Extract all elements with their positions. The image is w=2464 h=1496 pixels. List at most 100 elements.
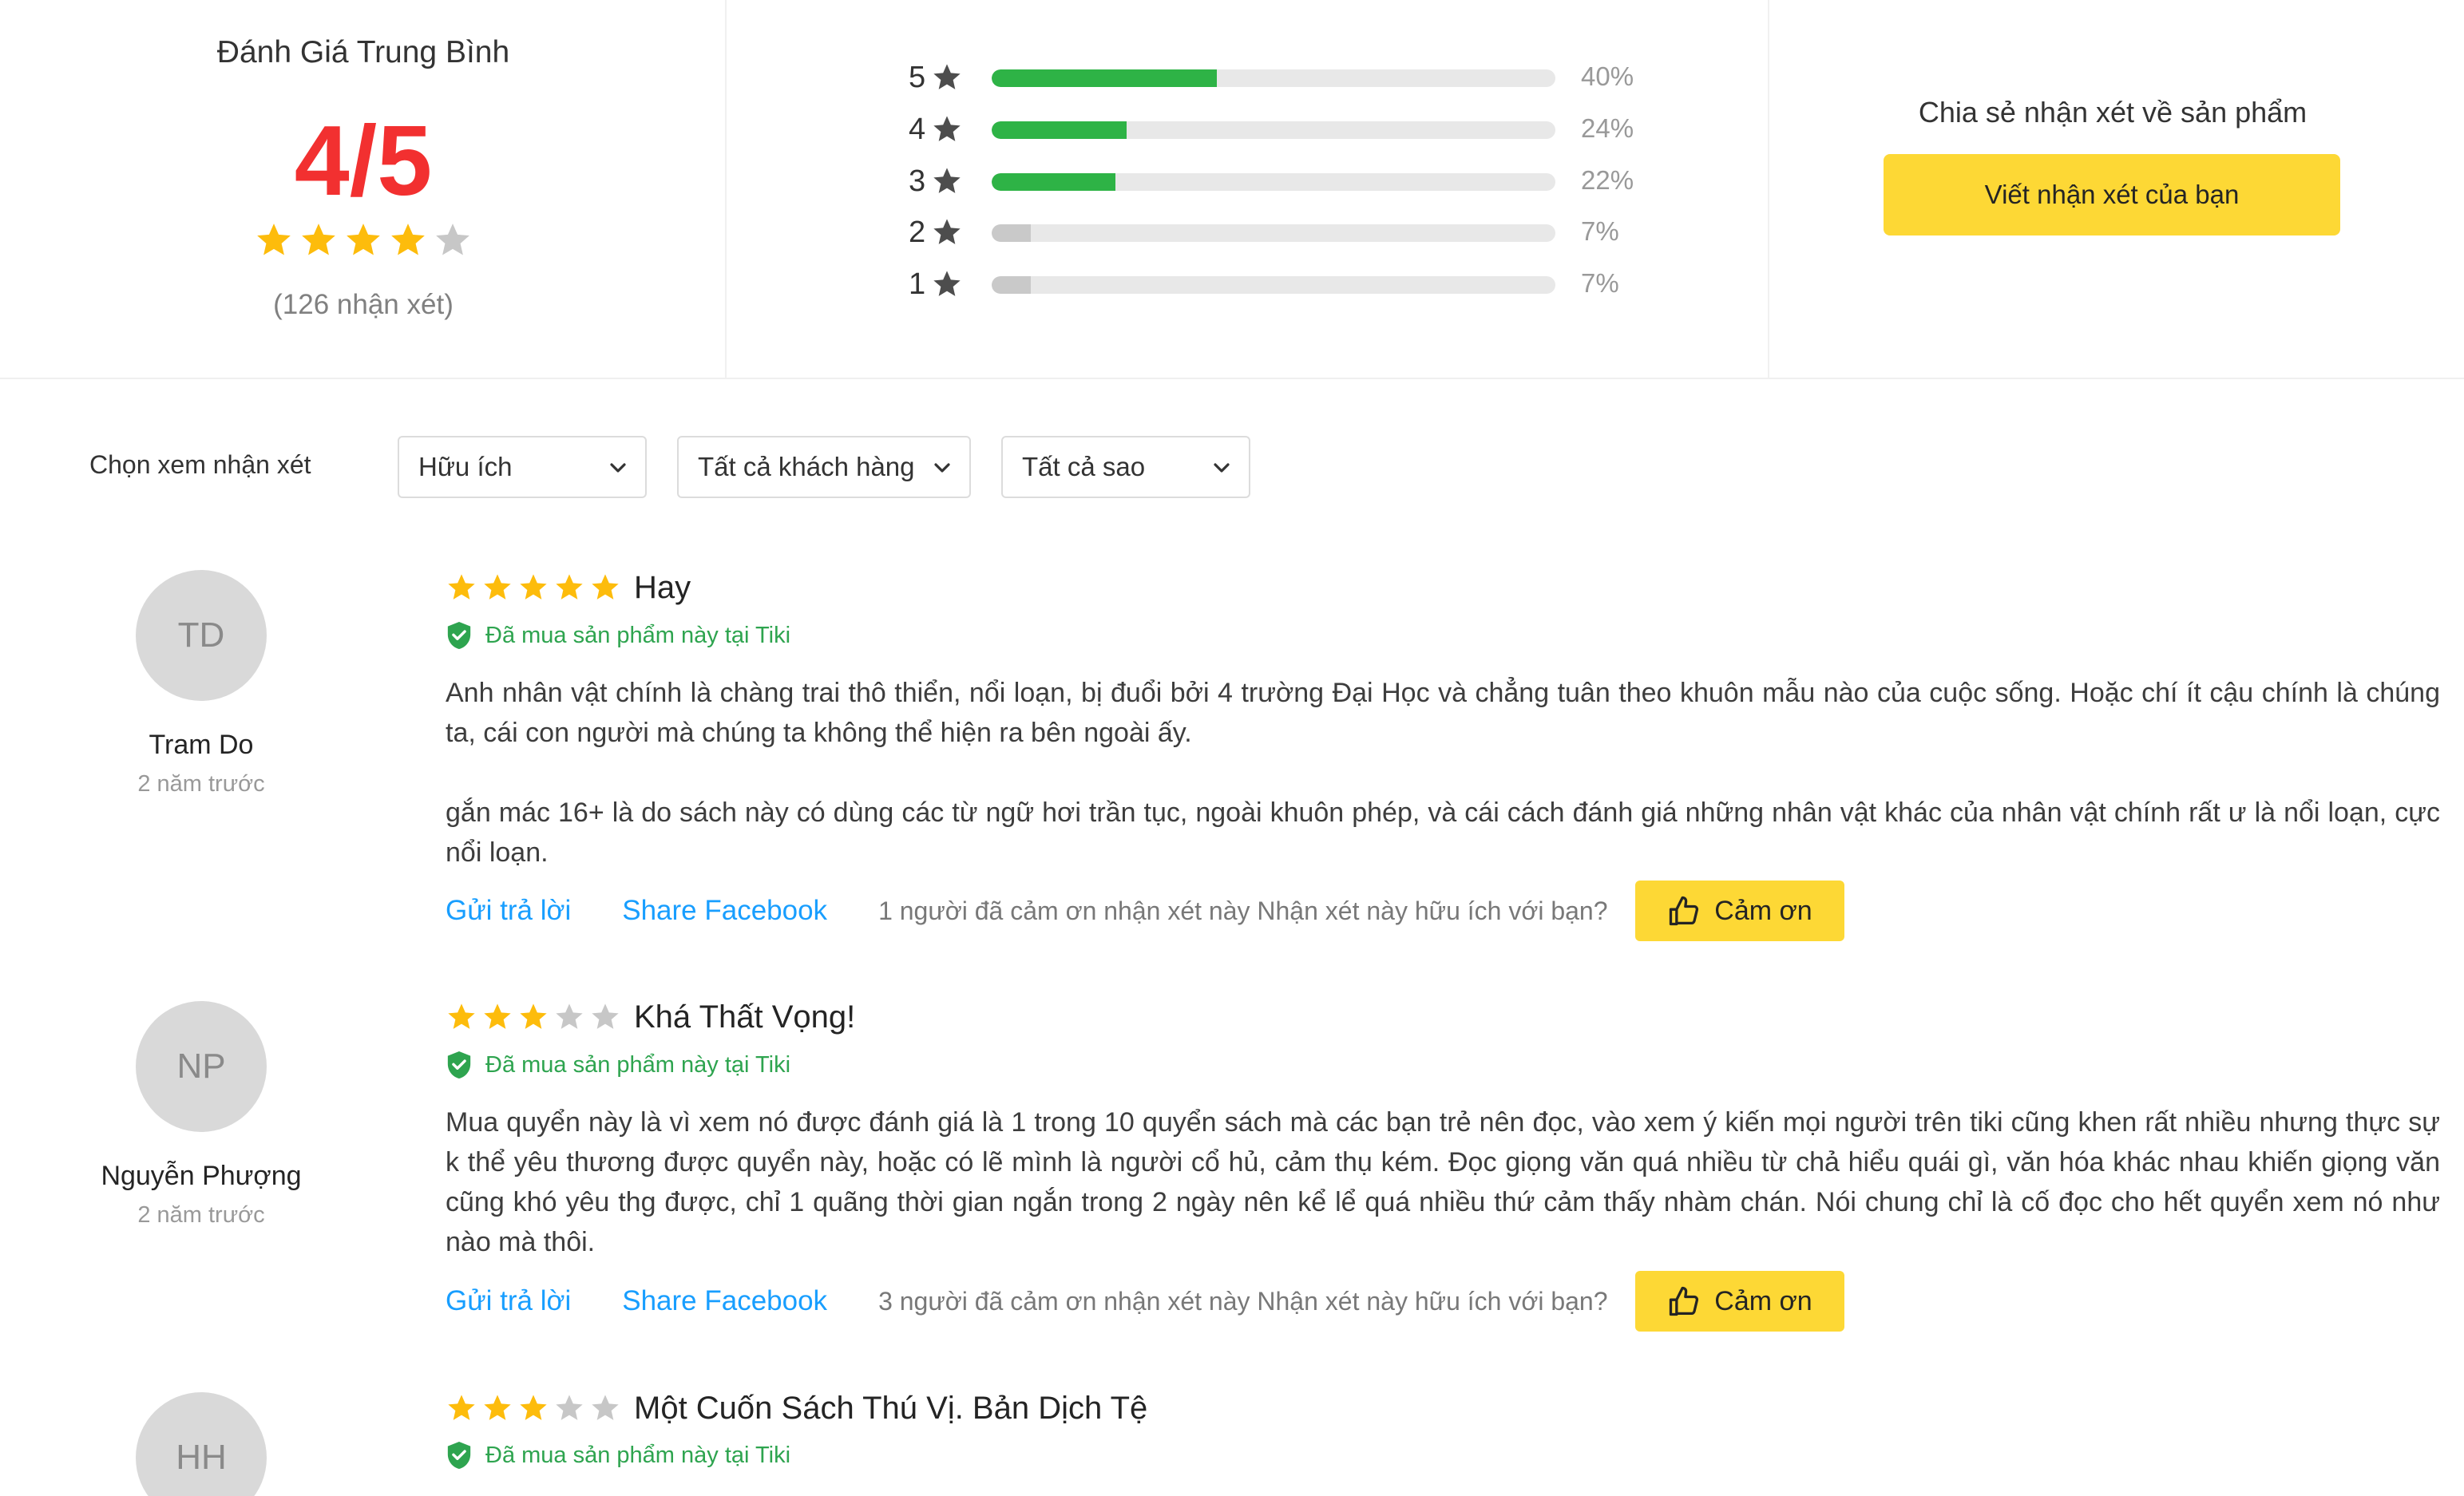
distribution-bar-fill	[992, 69, 1218, 87]
distribution-star-number: 5	[909, 60, 926, 94]
rating-distribution: 5 40% 4 24% 3 22% 2 7% 1 7%	[727, 0, 1769, 379]
star-filled-icon	[484, 1003, 511, 1029]
review-time: 2 năm trước	[137, 1202, 265, 1228]
customer-select[interactable]: Tất cả khách hàng	[677, 436, 971, 498]
write-review-panel: Chia sẻ nhận xét về sản phẩm Viết nhận x…	[1769, 0, 2464, 379]
average-rating-panel: Đánh Giá Trung Bình 4/5 (126 nhận xét)	[0, 0, 727, 379]
reply-link[interactable]: Gửi trả lời	[446, 1285, 571, 1317]
star-empty-icon	[436, 224, 469, 255]
distribution-bar-fill	[992, 173, 1116, 191]
review-paragraph: gắn mác 16+ là do sách này có dùng các t…	[446, 797, 2440, 868]
review-title: Khá Thất Vọng!	[634, 999, 856, 1035]
star-filled-icon	[520, 1003, 547, 1029]
thank-button[interactable]: Cảm ơn	[1634, 881, 1844, 941]
review-actions: Gửi trả lời Share Facebook 1 người đã cả…	[446, 881, 1844, 941]
average-stars	[254, 220, 473, 260]
star-filled-icon	[391, 224, 425, 255]
review-stars	[446, 1392, 621, 1424]
verified-purchase: Đã mua sản phẩm này tại Tiki	[446, 620, 790, 651]
share-facebook-link[interactable]: Share Facebook	[622, 1285, 827, 1317]
star-filled-icon	[520, 1395, 547, 1420]
star-filled-icon	[257, 224, 291, 255]
review-paragraph: Mua quyển này là vì xem nó được đánh giá…	[446, 1107, 2440, 1257]
review-title: Một Cuốn Sách Thú Vị. Bản Dịch Tệ	[634, 1391, 1148, 1426]
avatar: NP	[136, 1001, 267, 1132]
customer-select-value: Tất cả khách hàng	[698, 452, 915, 481]
star-filled-icon	[484, 1395, 511, 1420]
shield-check-icon	[447, 1442, 471, 1469]
shield-check-icon	[447, 1051, 471, 1078]
distribution-row-5[interactable]: 5 40%	[909, 57, 1634, 97]
distribution-percent: 24%	[1581, 113, 1634, 143]
share-facebook-link[interactable]: Share Facebook	[622, 895, 827, 927]
share-review-label: Chia sẻ nhận xét về sản phẩm	[1918, 96, 2308, 129]
distribution-row-2[interactable]: 2 7%	[909, 212, 1619, 252]
distribution-star-number: 2	[909, 215, 926, 249]
avatar: HH	[136, 1392, 267, 1496]
star-filled-icon	[448, 574, 475, 600]
star-empty-icon	[592, 1003, 619, 1029]
write-review-button[interactable]: Viết nhận xét của bạn	[1884, 154, 2340, 235]
star-empty-icon	[592, 1395, 619, 1420]
verified-text: Đã mua sản phẩm này tại Tiki	[485, 1442, 791, 1468]
sort-select-value: Hữu ích	[418, 452, 513, 481]
distribution-bar	[992, 121, 1555, 139]
sort-select[interactable]: Hữu ích	[398, 436, 647, 498]
reply-link[interactable]: Gửi trả lời	[446, 895, 571, 927]
verified-purchase: Đã mua sản phẩm này tại Tiki	[446, 1440, 790, 1470]
star-filled-icon	[520, 574, 547, 600]
distribution-percent: 7%	[1581, 216, 1619, 246]
reviewer-name: Nguyễn Phượng	[101, 1161, 302, 1191]
review-count: (126 nhận xét)	[273, 289, 454, 320]
review-actions: Gửi trả lời Share Facebook 3 người đã cả…	[446, 1271, 1844, 1332]
thumbs-up-icon	[1670, 896, 1699, 926]
thumbs-up-icon	[1670, 1286, 1699, 1316]
star-select[interactable]: Tất cả sao	[1001, 436, 1250, 498]
thank-button-label: Cảm ơn	[1714, 1285, 1812, 1316]
thank-button-label: Cảm ơn	[1714, 895, 1812, 926]
review-stars	[446, 572, 621, 604]
thank-button[interactable]: Cảm ơn	[1634, 1271, 1844, 1332]
review-time: 2 năm trước	[137, 771, 265, 797]
star-empty-icon	[556, 1395, 583, 1420]
star-filled-icon	[347, 224, 380, 255]
star-filled-icon	[302, 224, 335, 255]
star-filled-icon	[448, 1395, 475, 1420]
chevron-down-icon	[610, 463, 626, 473]
thanks-count-text: 3 người đã cảm ơn nhận xét này Nhận xét …	[878, 1286, 1608, 1316]
reviewer-name: Tram Do	[149, 730, 254, 760]
review-body: Mua quyển này là vì xem nó được đánh giá…	[446, 1102, 2440, 1262]
distribution-bar	[992, 224, 1555, 242]
distribution-bar-fill	[992, 224, 1032, 242]
star-filled-icon	[484, 574, 511, 600]
distribution-row-3[interactable]: 3 22%	[909, 161, 1634, 201]
distribution-row-1[interactable]: 1 7%	[909, 264, 1619, 304]
distribution-bar-fill	[992, 276, 1032, 294]
filter-label: Chọn xem nhận xét	[89, 450, 311, 479]
star-icon	[933, 219, 961, 244]
star-icon	[933, 271, 961, 296]
chevron-down-icon	[1214, 463, 1230, 473]
star-icon	[933, 116, 961, 141]
shield-check-icon	[447, 622, 471, 649]
review-title: Hay	[634, 570, 691, 605]
verified-text: Đã mua sản phẩm này tại Tiki	[485, 1051, 791, 1078]
average-score: 4/5	[294, 106, 433, 216]
review-body: Anh nhân vật chính là chàng trai thô thi…	[446, 673, 2440, 873]
distribution-star-number: 3	[909, 164, 926, 198]
distribution-bar	[992, 276, 1555, 294]
star-filled-icon	[556, 574, 583, 600]
distribution-bar-fill	[992, 121, 1127, 139]
star-select-value: Tất cả sao	[1022, 452, 1146, 481]
distribution-star-number: 4	[909, 112, 926, 146]
distribution-row-4[interactable]: 4 24%	[909, 109, 1634, 149]
thanks-count-text: 1 người đã cảm ơn nhận xét này Nhận xét …	[878, 896, 1608, 925]
distribution-percent: 7%	[1581, 268, 1619, 298]
distribution-bar	[992, 69, 1555, 87]
star-icon	[933, 64, 961, 89]
distribution-star-number: 1	[909, 267, 926, 301]
star-filled-icon	[448, 1003, 475, 1029]
star-empty-icon	[556, 1003, 583, 1029]
verified-text: Đã mua sản phẩm này tại Tiki	[485, 622, 791, 648]
review-paragraph: Anh nhân vật chính là chàng trai thô thi…	[446, 678, 2440, 748]
